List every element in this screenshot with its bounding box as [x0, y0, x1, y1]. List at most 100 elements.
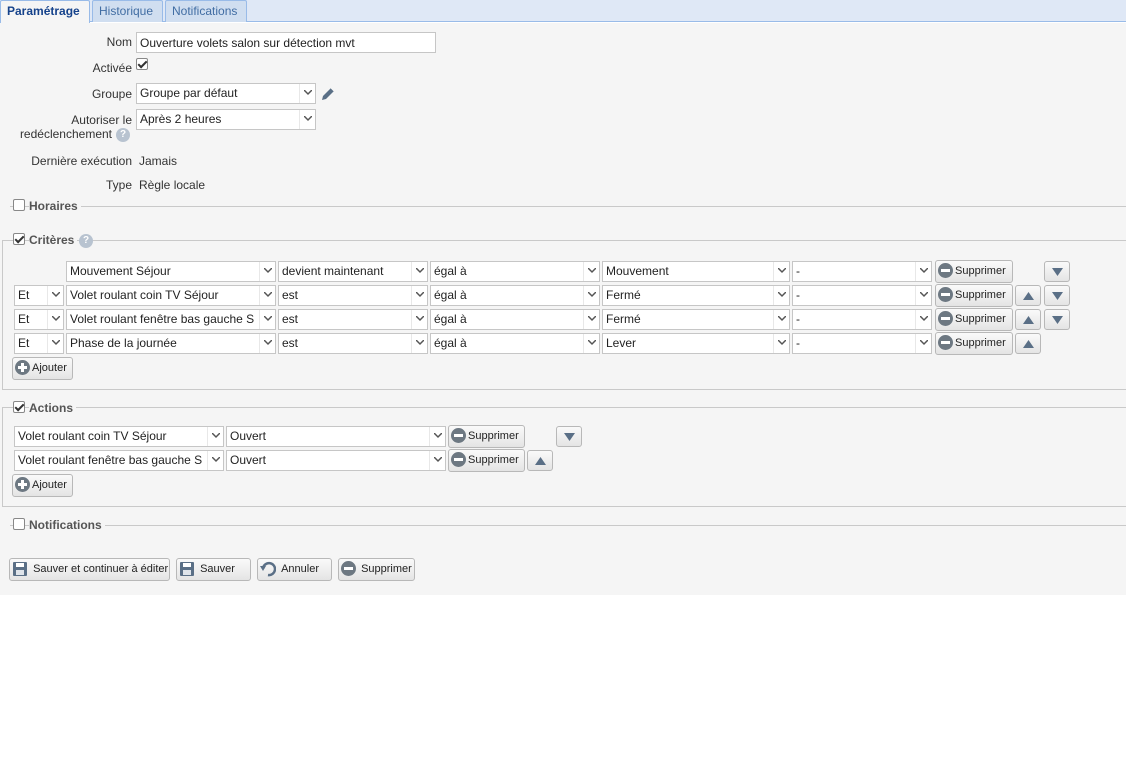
- horaires-checkbox[interactable]: [13, 199, 25, 211]
- criteria-comparator-select[interactable]: égal à: [430, 285, 600, 306]
- app-window: Paramétrage Historique Notifications Nom…: [0, 0, 1126, 768]
- criteria-device-select[interactable]: Volet roulant coin TV Séjour: [66, 285, 276, 306]
- criteria-device-select[interactable]: Phase de la journée: [66, 333, 276, 354]
- notifications-legend: Notifications: [29, 518, 105, 532]
- criteria-extra-select[interactable]: -: [792, 309, 932, 330]
- criteria-condition-select[interactable]: est: [278, 309, 428, 330]
- edit-pencil-icon[interactable]: [320, 86, 336, 102]
- criteria-comparator-select[interactable]: égal à: [430, 261, 600, 282]
- criteria-operator-value: Et: [18, 336, 30, 350]
- action-value-select[interactable]: Ouvert: [226, 426, 446, 447]
- nom-input[interactable]: [136, 32, 436, 53]
- criteria-value-select[interactable]: Lever: [602, 333, 790, 354]
- move-down-button[interactable]: [1044, 309, 1070, 330]
- criteria-condition-select[interactable]: devient maintenant: [278, 261, 428, 282]
- criteria-device-value: Volet roulant fenêtre bas gauche S: [70, 312, 255, 326]
- notifications-checkbox[interactable]: [13, 518, 25, 530]
- autoriser-label-line1: Autoriser le: [71, 113, 132, 127]
- action-device-select[interactable]: Volet roulant coin TV Séjour: [14, 426, 224, 447]
- groupe-label: Groupe: [91, 87, 132, 101]
- criteria-delete-button[interactable]: Supprimer: [935, 284, 1013, 307]
- horaires-legend: Horaires: [29, 199, 81, 213]
- move-up-button[interactable]: [1015, 333, 1041, 354]
- criteria-device-select[interactable]: Volet roulant fenêtre bas gauche S: [66, 309, 276, 330]
- undo-icon: [260, 561, 276, 576]
- save-and-continue-button[interactable]: Sauver et continuer à éditer: [9, 558, 170, 581]
- minus-circle-icon: [451, 428, 466, 443]
- criteria-delete-label: Supprimer: [955, 265, 1006, 277]
- chevron-down-icon: [583, 334, 599, 353]
- criteria-device-select[interactable]: Mouvement Séjour: [66, 261, 276, 282]
- criteria-value-select[interactable]: Fermé: [602, 309, 790, 330]
- chevron-down-icon: [429, 427, 445, 446]
- actions-checkbox[interactable]: [13, 401, 25, 413]
- criteria-delete-button[interactable]: Supprimer: [935, 260, 1013, 283]
- activee-checkbox[interactable]: [136, 58, 148, 70]
- criteria-comparator-value: égal à: [434, 264, 467, 278]
- derniere-execution-value: Jamais: [139, 154, 178, 168]
- criteria-device-value: Mouvement Séjour: [70, 264, 171, 278]
- criteria-extra-select[interactable]: -: [792, 333, 932, 354]
- chevron-down-icon: [47, 310, 63, 329]
- action-value-select[interactable]: Ouvert: [226, 450, 446, 471]
- move-down-button[interactable]: [1044, 285, 1070, 306]
- delete-rule-button[interactable]: Supprimer: [338, 558, 415, 581]
- criteria-operator-select[interactable]: Et: [14, 333, 64, 354]
- chevron-down-icon: [299, 110, 315, 129]
- groupe-select[interactable]: Groupe par défaut: [136, 83, 316, 104]
- criteria-value-value: Fermé: [606, 288, 641, 302]
- tab-parametrage[interactable]: Paramétrage: [0, 0, 90, 23]
- cancel-button[interactable]: Annuler: [257, 558, 332, 581]
- criteria-delete-button[interactable]: Supprimer: [935, 332, 1013, 355]
- chevron-down-icon: [915, 262, 931, 281]
- criteria-comparator-select[interactable]: égal à: [430, 309, 600, 330]
- tab-notifications[interactable]: Notifications: [165, 0, 247, 22]
- criteria-condition-value: devient maintenant: [282, 264, 384, 278]
- arrow-down-icon: [564, 433, 575, 441]
- chevron-down-icon: [411, 334, 427, 353]
- save-and-continue-label: Sauver et continuer à éditer: [33, 563, 169, 575]
- action-value-value: Ouvert: [230, 429, 267, 443]
- help-icon[interactable]: ?: [116, 128, 130, 142]
- move-down-button[interactable]: [556, 426, 582, 447]
- action-delete-button[interactable]: Supprimer: [448, 425, 525, 448]
- criteria-extra-value: -: [796, 264, 800, 278]
- criteria-delete-button[interactable]: Supprimer: [935, 308, 1013, 331]
- add-action-button[interactable]: Ajouter: [12, 474, 73, 497]
- criteria-extra-select[interactable]: -: [792, 261, 932, 282]
- criteria-condition-value: est: [282, 312, 299, 326]
- criteria-extra-select[interactable]: -: [792, 285, 932, 306]
- tab-historique[interactable]: Historique: [92, 0, 163, 22]
- criteria-condition-select[interactable]: est: [278, 285, 428, 306]
- move-down-button[interactable]: [1044, 261, 1070, 282]
- type-label: Type: [105, 178, 132, 192]
- criteria-operator-select[interactable]: Et: [14, 285, 64, 306]
- criteria-value-select[interactable]: Mouvement: [602, 261, 790, 282]
- actions-legend: Actions: [29, 401, 77, 415]
- criteria-comparator-select[interactable]: égal à: [430, 333, 600, 354]
- chevron-down-icon: [259, 262, 275, 281]
- criteria-condition-select[interactable]: est: [278, 333, 428, 354]
- move-up-button[interactable]: [527, 450, 553, 471]
- action-device-select[interactable]: Volet roulant fenêtre bas gauche S: [14, 450, 224, 471]
- criteria-value-select[interactable]: Fermé: [602, 285, 790, 306]
- chevron-down-icon: [299, 84, 315, 103]
- action-delete-button[interactable]: Supprimer: [448, 449, 525, 472]
- move-up-button[interactable]: [1015, 285, 1041, 306]
- chevron-down-icon: [773, 286, 789, 305]
- action-delete-label: Supprimer: [468, 430, 519, 442]
- action-device-value: Volet roulant fenêtre bas gauche S: [18, 453, 203, 467]
- groupe-select-value: Groupe par défaut: [140, 86, 238, 100]
- save-button[interactable]: Sauver: [176, 558, 251, 581]
- add-criteria-button[interactable]: Ajouter: [12, 357, 73, 380]
- notifications-divider: [10, 525, 1126, 526]
- criteres-checkbox[interactable]: [13, 233, 25, 245]
- criteria-operator-select[interactable]: Et: [14, 309, 64, 330]
- criteria-extra-value: -: [796, 312, 800, 326]
- help-icon[interactable]: ?: [79, 234, 93, 248]
- move-up-button[interactable]: [1015, 309, 1041, 330]
- autoriser-select[interactable]: Après 2 heures: [136, 109, 316, 130]
- plus-circle-icon: [15, 360, 30, 375]
- criteria-device-value: Volet roulant coin TV Séjour: [70, 288, 219, 302]
- action-delete-label: Supprimer: [468, 454, 519, 466]
